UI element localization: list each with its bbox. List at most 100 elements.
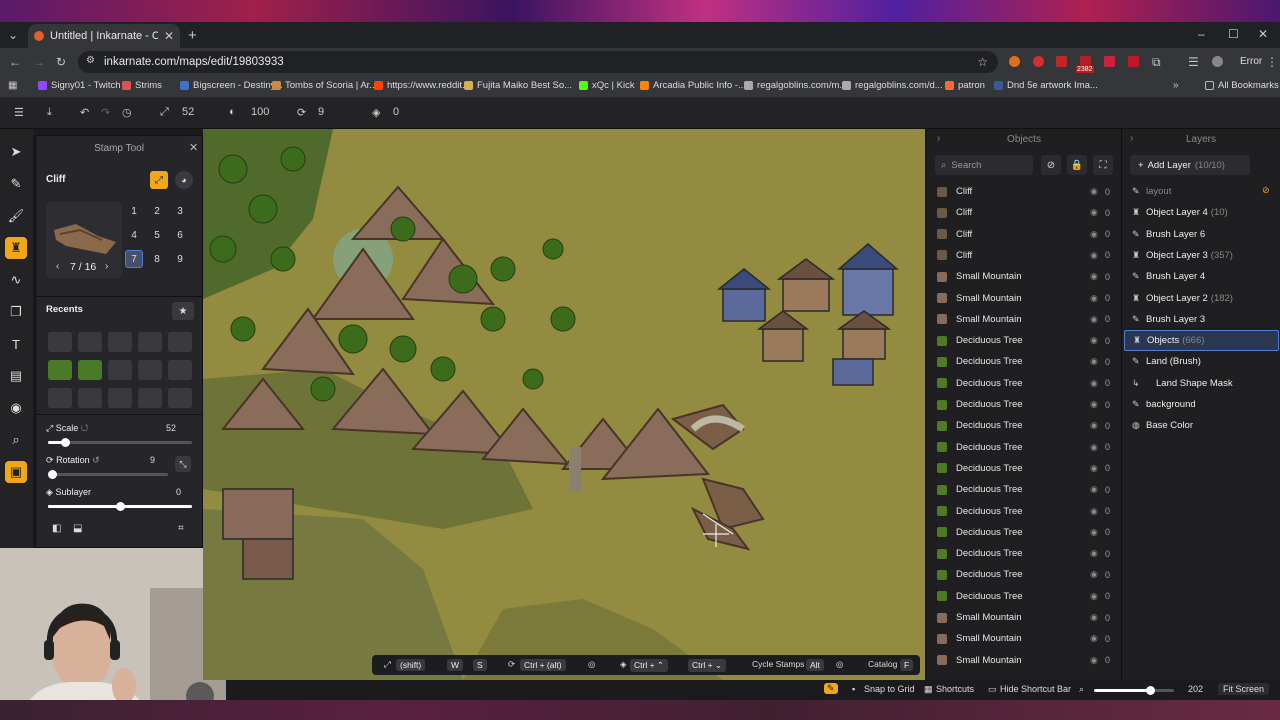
extension-icon[interactable]	[1033, 56, 1044, 67]
more-bookmarks-icon[interactable]: »	[1173, 80, 1179, 91]
layer-row[interactable]: ◍ Base Color	[1124, 415, 1279, 436]
select-all-icon[interactable]: ⛶	[1093, 155, 1113, 175]
variation-8[interactable]: 8	[148, 250, 166, 268]
crop-icon[interactable]: ⌗	[178, 523, 184, 534]
export-icon[interactable]: ⤓	[47, 106, 52, 119]
variation-7[interactable]: 7	[125, 250, 143, 268]
object-row[interactable]: Small Mountain ◉ 0	[927, 628, 1122, 649]
random-stamp-icon[interactable]: ⤢	[150, 171, 168, 189]
object-row[interactable]: Cliff ◉ 0	[927, 245, 1122, 266]
snap-checkbox-icon[interactable]: ▪	[852, 684, 855, 694]
visibility-icon[interactable]: ◉	[1090, 506, 1098, 517]
variation-9[interactable]: 9	[171, 250, 189, 268]
shortcuts-button[interactable]: Shortcuts	[936, 684, 974, 694]
reading-list-icon[interactable]: ☰	[1188, 55, 1199, 69]
layer-row[interactable]: ♜ Objects (666)	[1124, 330, 1279, 352]
layer-row[interactable]: ♜ Object Layer 4 (10)	[1124, 202, 1279, 223]
visibility-icon[interactable]: ◉	[1090, 655, 1098, 666]
bookmark-item[interactable]: Bigscreen - Destiny...	[180, 80, 283, 91]
object-row[interactable]: Deciduous Tree ◉ 0	[927, 458, 1122, 479]
lock-icon[interactable]: 🔒	[1067, 155, 1087, 175]
recent-stamp[interactable]	[108, 360, 132, 380]
rotation-value[interactable]: 9	[150, 455, 155, 465]
select-tool-icon[interactable]: ➤	[5, 141, 27, 163]
stamp-category[interactable]: Cliff	[46, 174, 65, 185]
object-row[interactable]: Deciduous Tree ◉ 0	[927, 373, 1122, 394]
maximize-icon[interactable]: ☐	[1228, 27, 1239, 41]
object-row[interactable]: Deciduous Tree ◉ 0	[927, 351, 1122, 372]
object-row[interactable]: Small Mountain ◉ 0	[927, 650, 1122, 671]
recent-stamp[interactable]	[48, 360, 72, 380]
forward-icon[interactable]: →	[33, 55, 45, 69]
stamp-tool-icon[interactable]: ♜	[5, 237, 27, 259]
zoom-slider[interactable]	[1094, 686, 1174, 695]
recent-stamp[interactable]	[168, 332, 192, 352]
palette-icon[interactable]: ◕	[175, 171, 193, 189]
rotation-value[interactable]: 9	[318, 106, 324, 118]
close-tab-icon[interactable]: ✕	[164, 29, 174, 43]
bookmark-item[interactable]: Signy01 - Twitch	[38, 80, 121, 91]
bookmark-item[interactable]: Tombs of Scoria | Ar...	[272, 80, 377, 91]
shortcuts-icon[interactable]: ▦	[924, 684, 933, 695]
visibility-icon[interactable]: ◉	[1090, 250, 1098, 261]
flip-vertical-icon[interactable]: ⬓	[73, 523, 82, 534]
slider-knob[interactable]	[116, 502, 125, 511]
extension-icon[interactable]	[1104, 56, 1115, 67]
visibility-icon[interactable]: ◉	[1090, 356, 1098, 367]
bookmark-star-icon[interactable]: ☆	[977, 55, 988, 69]
variation-3[interactable]: 3	[171, 202, 189, 220]
object-row[interactable]: Small Mountain ◉ 0	[927, 288, 1122, 309]
scale-slider[interactable]	[48, 438, 192, 447]
scale-value[interactable]: 52	[166, 423, 176, 433]
hide-icon[interactable]: ⊘	[1041, 155, 1061, 175]
slider-knob[interactable]	[1146, 686, 1155, 695]
recent-stamp[interactable]	[138, 360, 162, 380]
visibility-icon[interactable]: ◉	[1090, 612, 1098, 623]
flip-horizontal-icon[interactable]: ◧	[52, 523, 61, 534]
bookmark-item[interactable]: Strims	[122, 80, 162, 91]
visibility-icon[interactable]: ◉	[1090, 207, 1098, 218]
all-bookmarks[interactable]: All Bookmarks	[1205, 80, 1279, 91]
recent-stamp[interactable]	[138, 388, 162, 408]
bookmark-item[interactable]: xQc | Kick	[579, 80, 635, 91]
globe-tool-icon[interactable]: ◉	[5, 397, 27, 419]
history-icon[interactable]: ◷	[122, 106, 132, 119]
hamburger-icon[interactable]: ☰	[14, 106, 24, 119]
visibility-icon[interactable]: ◉	[1090, 569, 1098, 580]
hide-bar-icon[interactable]: ▭	[988, 684, 997, 695]
object-row[interactable]: Small Mountain ◉ 0	[927, 266, 1122, 287]
opacity-value[interactable]: 100	[251, 106, 269, 118]
notes-tool-icon[interactable]: ▤	[5, 365, 27, 387]
object-row[interactable]: Deciduous Tree ◉ 0	[927, 415, 1122, 436]
object-row[interactable]: Small Mountain ◉ 0	[927, 309, 1122, 330]
variation-4[interactable]: 4	[125, 226, 143, 244]
recent-stamp[interactable]	[108, 332, 132, 352]
layer-row[interactable]: ✎ layout	[1124, 181, 1279, 202]
layer-row[interactable]: ♜ Object Layer 2 (182)	[1124, 288, 1279, 309]
object-row[interactable]: Cliff ◉ 0	[927, 181, 1122, 202]
map-canvas[interactable]	[203, 129, 925, 680]
bookmark-item[interactable]: Arcadia Public Info -...	[640, 80, 746, 91]
recent-stamp[interactable]	[48, 388, 72, 408]
object-row[interactable]: Small Mountain ◉ 0	[927, 607, 1122, 628]
recent-stamp[interactable]	[78, 388, 102, 408]
variation-5[interactable]: 5	[148, 226, 166, 244]
error-label[interactable]: Error	[1240, 56, 1262, 67]
profile-avatar[interactable]	[1212, 56, 1223, 67]
visibility-icon[interactable]: ◉	[1090, 633, 1098, 644]
reset-icon[interactable]: ↺	[81, 423, 89, 433]
text-tool-icon[interactable]: T	[5, 333, 27, 355]
recent-stamp[interactable]	[78, 360, 102, 380]
reload-icon[interactable]: ↻	[56, 55, 66, 69]
close-icon[interactable]: ✕	[189, 141, 198, 154]
visibility-icon[interactable]: ◉	[1090, 314, 1098, 325]
tab-list-icon[interactable]: ⌄	[8, 28, 18, 42]
visibility-icon[interactable]: ◉	[1090, 271, 1098, 282]
redo-icon[interactable]: ↷	[101, 106, 110, 119]
prev-stamp-icon[interactable]: ‹	[56, 261, 59, 272]
tab-active[interactable]: Untitled | Inkarnate - Create Fa ✕	[28, 24, 180, 48]
object-row[interactable]: Cliff ◉ 0	[927, 224, 1122, 245]
object-row[interactable]: Deciduous Tree ◉ 0	[927, 501, 1122, 522]
object-row[interactable]: Cliff ◉ 0	[927, 202, 1122, 223]
close-window-icon[interactable]: ✕	[1258, 27, 1268, 41]
